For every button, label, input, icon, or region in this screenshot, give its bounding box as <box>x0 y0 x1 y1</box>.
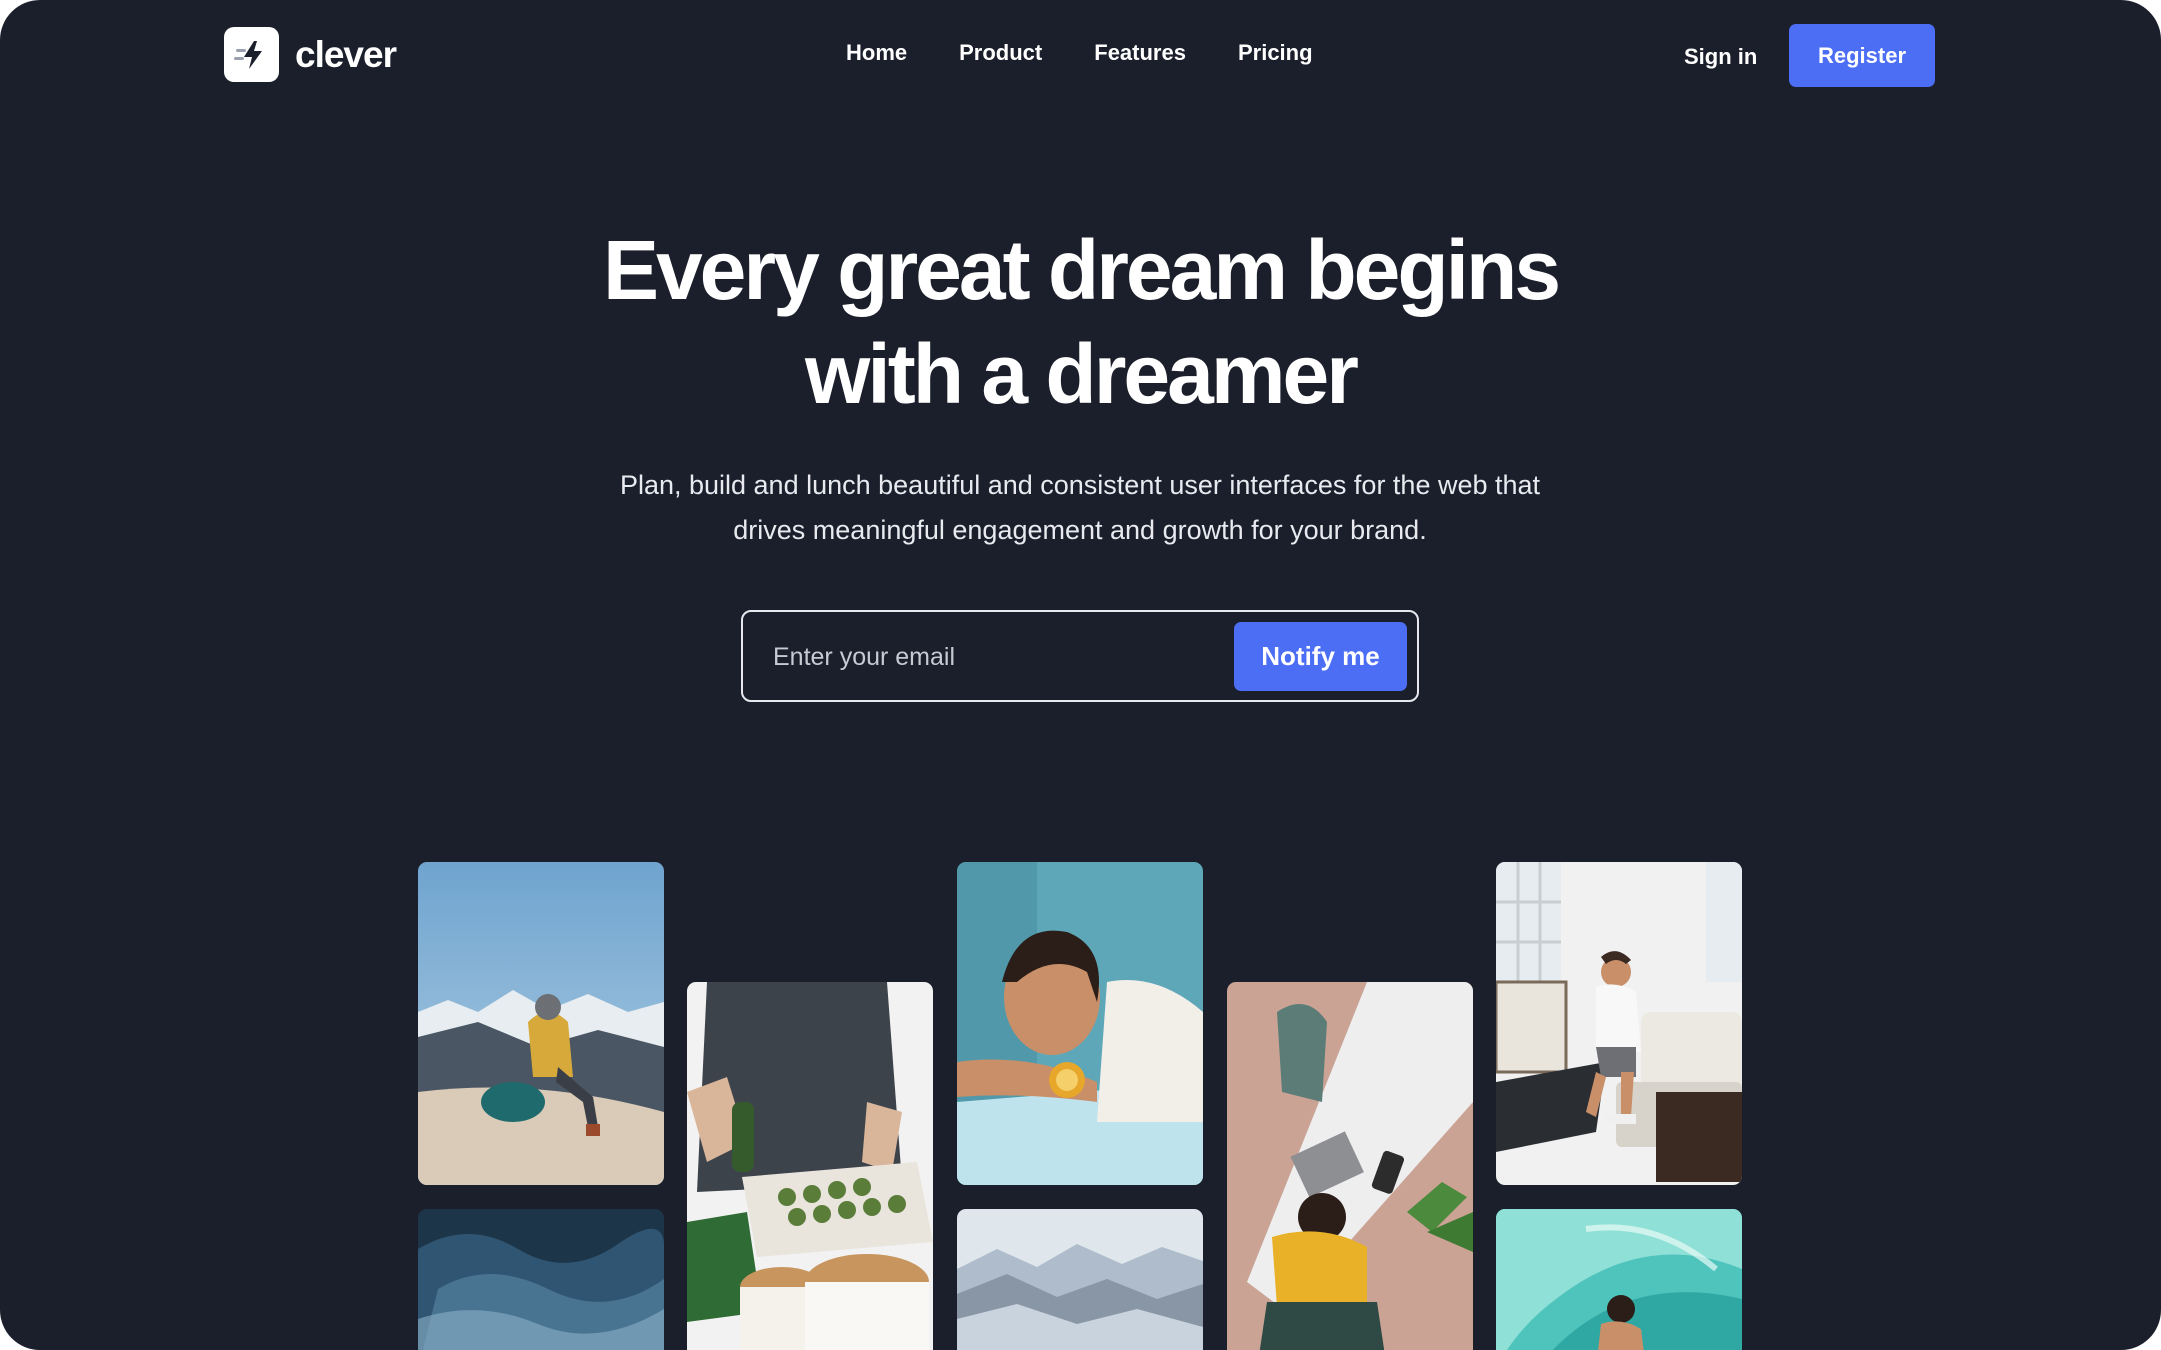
nav-item-pricing[interactable]: Pricing <box>1238 40 1313 66</box>
cooking-zucchini-photo <box>687 982 933 1350</box>
headline-line-1: Every great dream begins <box>602 223 1561 317</box>
man-couch-clock-photo <box>1496 862 1742 1185</box>
register-button[interactable]: Register <box>1789 24 1935 87</box>
nav-item-home[interactable]: Home <box>846 40 907 66</box>
hero-headline: Every great dream begins with a dreamer <box>0 218 2161 426</box>
woman-portrait-photo <box>957 862 1203 1185</box>
hero-subtitle: Plan, build and lunch beautiful and cons… <box>580 463 1580 553</box>
surfer-wave-photo <box>1496 1209 1742 1350</box>
subtitle-line-2: drives meaningful engagement and growth … <box>733 515 1427 545</box>
sign-in-link[interactable]: Sign in <box>1684 44 1757 70</box>
nav-item-product[interactable]: Product <box>959 40 1042 66</box>
snowy-mountains-photo <box>957 1209 1203 1350</box>
woman-desk-phone-photo <box>1227 982 1473 1350</box>
brand-name: clever <box>295 33 397 75</box>
nav-item-features[interactable]: Features <box>1094 40 1186 66</box>
lightning-bolt-icon <box>224 27 279 82</box>
subtitle-line-1: Plan, build and lunch beautiful and cons… <box>619 470 1541 500</box>
landing-page: clever Home Product Features Pricing Sig… <box>0 0 2161 1350</box>
notify-me-button[interactable]: Notify me <box>1234 622 1407 691</box>
hiker-mountain-photo <box>418 862 664 1185</box>
headline-line-2: with a dreamer <box>805 327 1359 421</box>
main-nav: Home Product Features Pricing <box>846 40 1313 66</box>
email-signup-form: Notify me <box>741 610 1419 702</box>
brand-logo[interactable]: clever <box>224 27 397 82</box>
email-input[interactable] <box>771 634 1215 680</box>
ocean-waves-photo <box>418 1209 664 1350</box>
